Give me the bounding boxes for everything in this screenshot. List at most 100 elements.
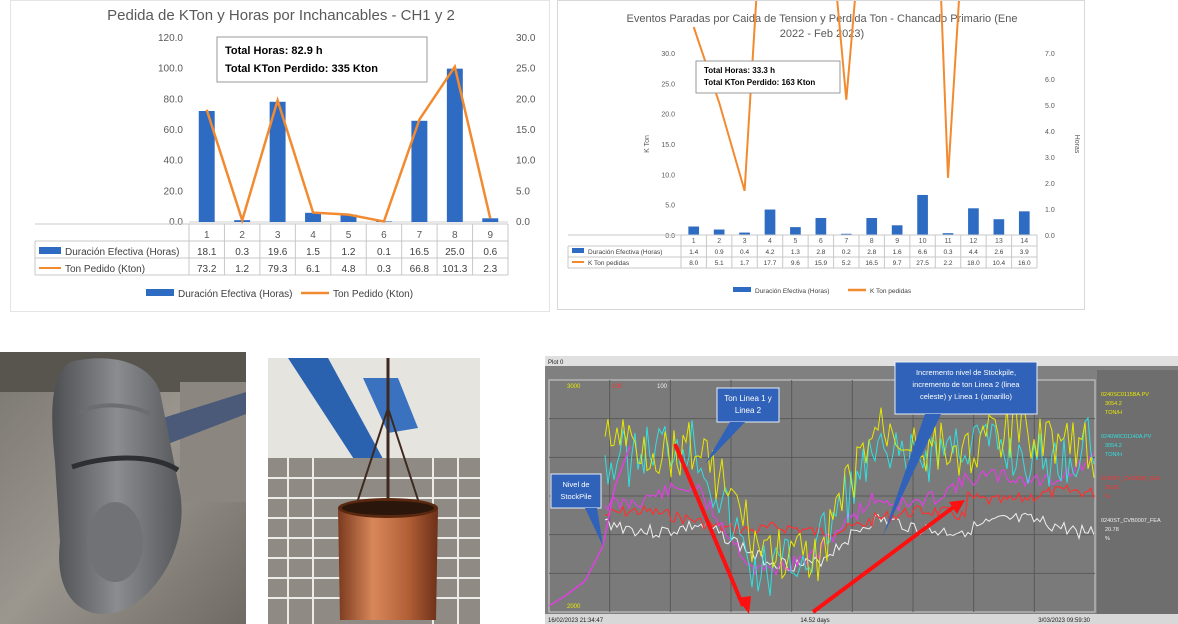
table-value: 10.4 bbox=[993, 260, 1006, 267]
legend-tag: 0240WIC01140A.PV bbox=[1101, 434, 1152, 440]
trend-scale-value: 100 bbox=[612, 384, 623, 390]
category-label: 7 bbox=[844, 238, 848, 245]
legend-label: K Ton pedidas bbox=[870, 288, 912, 295]
table-value: 1.4 bbox=[689, 249, 698, 256]
table-value: 18.1 bbox=[197, 247, 217, 258]
annotation-text: Total Horas: 33.3 h bbox=[704, 66, 775, 75]
chart2-svg: Eventos Paradas por Caida de Tension y P… bbox=[567, 0, 1080, 295]
table-value: 1.6 bbox=[893, 249, 902, 256]
table-value: 15.9 bbox=[815, 260, 828, 267]
annotation-text: Total KTon Perdido: 335 Kton bbox=[225, 63, 378, 75]
annotation-text: Total Horas: 82.9 h bbox=[225, 45, 323, 57]
table-value: 1.5 bbox=[306, 247, 320, 258]
bar bbox=[1018, 211, 1030, 235]
category-label: 9 bbox=[487, 230, 493, 241]
bar bbox=[713, 229, 725, 235]
category-label: 3 bbox=[743, 238, 747, 245]
bar bbox=[891, 225, 903, 235]
category-label: 6 bbox=[819, 238, 823, 245]
callout-text: Ton Linea 1 y bbox=[724, 394, 772, 403]
category-label: 2 bbox=[717, 238, 721, 245]
category-label: 7 bbox=[417, 230, 423, 241]
left-tick-label: 60.0 bbox=[164, 125, 184, 136]
callout-text: StockPile bbox=[560, 492, 591, 501]
right-tick-label: 0.0 bbox=[1045, 233, 1055, 240]
table-value: 9.7 bbox=[893, 260, 902, 267]
category-label: 5 bbox=[793, 238, 797, 245]
table-value: 6.6 bbox=[918, 249, 927, 256]
left-tick-label: 5.0 bbox=[665, 203, 675, 210]
legend-tag: 0240SC0115BA.PV bbox=[1101, 392, 1149, 398]
left-tick-label: 20.0 bbox=[164, 186, 184, 197]
bar bbox=[815, 218, 827, 235]
left-tick-label: 0.0 bbox=[665, 233, 675, 240]
table-value: 0.2 bbox=[842, 249, 851, 256]
left-tick-label: 100.0 bbox=[158, 64, 183, 75]
trend-start-time: 16/02/2023 21:34:47 bbox=[548, 618, 604, 624]
copper-bushing-image bbox=[268, 358, 480, 624]
legend-label: Ton Pedido (Kton) bbox=[333, 289, 413, 300]
table-value: 4.8 bbox=[342, 264, 356, 275]
table-value: 1.7 bbox=[740, 260, 749, 267]
worn-liner-image bbox=[0, 352, 246, 624]
trend-scale-value: 100 bbox=[657, 384, 668, 390]
table-value: 0.3 bbox=[943, 249, 952, 256]
left-tick-label: 80.0 bbox=[164, 94, 184, 105]
category-label: 12 bbox=[970, 238, 978, 245]
left-tick-label: 120.0 bbox=[158, 33, 183, 44]
table-value: 79.3 bbox=[268, 264, 288, 275]
table-value: 27.5 bbox=[916, 260, 929, 267]
legend-label: Duración Efectiva (Horas) bbox=[755, 288, 829, 295]
bar bbox=[305, 212, 322, 222]
left-tick-label: 40.0 bbox=[164, 156, 184, 167]
left-tick-label: 30.0 bbox=[661, 51, 675, 58]
table-value: 16.0 bbox=[1018, 260, 1031, 267]
table-value: 0.4 bbox=[740, 249, 749, 256]
category-label: 4 bbox=[768, 238, 772, 245]
callout-text: incremento de ton Linea 2 (linea bbox=[912, 380, 1020, 389]
left-tick-label: 20.0 bbox=[661, 112, 675, 119]
table-value: 1.2 bbox=[342, 247, 356, 258]
legend-unit: TON/H bbox=[1105, 452, 1122, 458]
table-value: 101.3 bbox=[442, 264, 467, 275]
trend-header bbox=[545, 356, 1178, 366]
table-value: 2.6 bbox=[994, 249, 1003, 256]
bar bbox=[917, 194, 928, 235]
category-label: 10 bbox=[919, 238, 927, 245]
legend-value: 3054.2 bbox=[1105, 401, 1122, 407]
category-label: 1 bbox=[204, 230, 210, 241]
chart-eventos-caida-tension: Eventos Paradas por Caida de Tension y P… bbox=[557, 0, 1085, 310]
category-label: 3 bbox=[275, 230, 281, 241]
table-value: 25.0 bbox=[445, 247, 465, 258]
right-tick-label: 7.0 bbox=[1045, 51, 1055, 58]
category-label: 8 bbox=[870, 238, 874, 245]
bar bbox=[764, 209, 776, 235]
category-label: 11 bbox=[944, 238, 951, 245]
category-label: 9 bbox=[895, 238, 899, 245]
table-value: 5.1 bbox=[715, 260, 724, 267]
table-value: 19.6 bbox=[268, 247, 288, 258]
legend-key-bar bbox=[39, 247, 61, 254]
legend-unit: TON/H bbox=[1105, 410, 1122, 416]
callout-text: celeste) y Linea 1 (amarillo) bbox=[920, 392, 1013, 401]
table-value: 1.3 bbox=[791, 249, 800, 256]
table-value: 4.2 bbox=[765, 249, 774, 256]
right-tick-label: 25.0 bbox=[516, 64, 536, 75]
category-label: 13 bbox=[995, 238, 1003, 245]
chart1-svg: Pedida de KTon y Horas por Inchancables … bbox=[34, 7, 536, 300]
table-value: 9.6 bbox=[791, 260, 800, 267]
table-value: 0.3 bbox=[377, 264, 391, 275]
table-value: 5.2 bbox=[842, 260, 851, 267]
callout-text: Linea 2 bbox=[735, 406, 762, 415]
category-label: 6 bbox=[381, 230, 387, 241]
trend-scale-value: 2000 bbox=[567, 604, 581, 610]
right-tick-label: 30.0 bbox=[516, 33, 536, 44]
table-series-name: K Ton pedidas bbox=[588, 260, 630, 267]
left-tick-label: 15.0 bbox=[661, 142, 675, 149]
right-tick-label: 5.0 bbox=[516, 186, 530, 197]
left-tick-label: 25.0 bbox=[661, 81, 675, 88]
legend-unit: % bbox=[1105, 536, 1110, 542]
table-value: 2.2 bbox=[943, 260, 952, 267]
table-value: 8.0 bbox=[689, 260, 698, 267]
table-value: 66.8 bbox=[410, 264, 430, 275]
